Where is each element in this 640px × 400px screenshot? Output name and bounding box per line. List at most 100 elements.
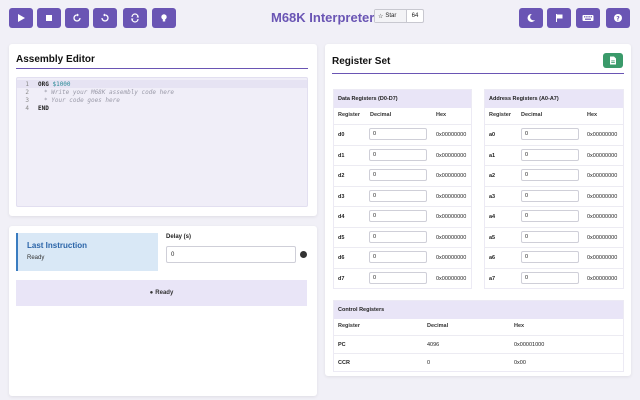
last-instruction-card: Last Instruction Ready xyxy=(16,233,158,271)
register-name: CCR xyxy=(338,360,350,366)
register-row: a7 0 0x00000000 xyxy=(485,267,623,288)
register-decimal-input[interactable]: 0 xyxy=(369,148,427,161)
editor-line: 1 ORG $1000 xyxy=(17,80,307,88)
keyboard-button[interactable] xyxy=(576,8,600,28)
toolbar: M68K Interpreter ☆ Star 64 ? xyxy=(0,0,640,36)
register-name: a4 xyxy=(489,214,496,220)
delay-label: Delay (s) xyxy=(166,234,192,240)
line-number: 1 xyxy=(25,80,29,88)
register-name: a7 xyxy=(489,275,496,282)
save-registers-button[interactable] xyxy=(603,53,623,68)
flag-icon xyxy=(556,14,563,22)
register-hex-value: 0x00000000 xyxy=(587,193,618,200)
run-button[interactable] xyxy=(9,8,33,28)
column-header: Hex xyxy=(587,112,598,118)
code-editor[interactable]: 1 ORG $1000 2 * Write your M68K assembly… xyxy=(16,77,308,207)
column-header: Hex xyxy=(436,112,447,118)
register-decimal-value: 0 xyxy=(427,360,431,366)
register-decimal-input[interactable]: 0 xyxy=(369,271,427,284)
code-keyword: END xyxy=(38,104,49,112)
register-row: a5 0 0x00000000 xyxy=(485,226,623,247)
code-comment: * Write your M68K assembly code here xyxy=(44,88,175,96)
register-row: a4 0 0x00000000 xyxy=(485,206,623,226)
register-decimal-input[interactable]: 0 xyxy=(521,271,579,284)
register-hex-value: 0x00000000 xyxy=(436,214,467,220)
register-hex-value: 0x00000000 xyxy=(436,193,467,200)
undo-button[interactable] xyxy=(93,8,117,28)
register-decimal-value: 4096 xyxy=(427,342,440,348)
register-row: a0 0 0x00000000 xyxy=(485,124,623,144)
register-decimal-input[interactable]: 0 xyxy=(521,169,579,181)
register-row: d0 0 0x00000000 xyxy=(334,124,471,144)
hint-button[interactable] xyxy=(152,8,176,28)
register-decimal-input[interactable]: 0 xyxy=(369,210,427,222)
register-decimal-input[interactable]: 0 xyxy=(521,128,579,140)
register-title-rule xyxy=(332,73,624,74)
editor-line: 2 * Write your M68K assembly code here xyxy=(17,88,307,96)
register-row: d1 0 0x00000000 xyxy=(334,144,471,165)
register-name: a5 xyxy=(489,234,496,241)
register-row: d6 0 0x00000000 xyxy=(334,247,471,267)
register-name: d5 xyxy=(338,234,345,241)
clock-icon xyxy=(300,251,307,258)
register-hex-value: 0x00000000 xyxy=(587,255,618,261)
delay-input[interactable]: 0 xyxy=(166,246,296,263)
register-row: a6 0 0x00000000 xyxy=(485,247,623,267)
register-name: d3 xyxy=(338,193,345,200)
register-row: d4 0 0x00000000 xyxy=(334,206,471,226)
register-hex-value: 0x00000000 xyxy=(436,132,467,138)
column-header: Decimal xyxy=(521,112,543,118)
star-count: 64 xyxy=(411,13,419,19)
address-registers-table: Address Registers (A0-A7) Register Decim… xyxy=(484,89,624,289)
data-registers-table: Data Registers (D0-D7) Register Decimal … xyxy=(333,89,472,289)
reset-button[interactable] xyxy=(123,8,147,28)
register-hex-value: 0x00000000 xyxy=(587,275,618,282)
register-decimal-input[interactable]: 0 xyxy=(521,230,579,243)
help-icon: ? xyxy=(614,14,622,22)
register-row: d5 0 0x00000000 xyxy=(334,226,471,247)
register-name: d7 xyxy=(338,275,345,282)
register-row: a1 0 0x00000000 xyxy=(485,144,623,165)
status-text: Ready xyxy=(155,290,174,296)
control-register-row: CCR 0 0x00 xyxy=(334,353,623,371)
column-header: Decimal xyxy=(370,112,392,118)
stop-button[interactable] xyxy=(37,8,61,28)
register-decimal-input[interactable]: 0 xyxy=(369,251,427,263)
line-number: 2 xyxy=(25,88,29,96)
column-header: Register xyxy=(338,323,361,329)
undo-icon xyxy=(101,13,109,22)
help-button[interactable]: ? xyxy=(606,8,630,28)
theme-toggle-button[interactable] xyxy=(519,8,543,28)
register-decimal-input[interactable]: 0 xyxy=(369,189,427,202)
register-decimal-input[interactable]: 0 xyxy=(521,189,579,202)
column-header: Register xyxy=(489,112,512,118)
register-decimal-input[interactable]: 0 xyxy=(369,169,427,181)
register-decimal-input[interactable]: 0 xyxy=(521,251,579,263)
register-hex-value: 0x00000000 xyxy=(587,234,618,241)
register-hex-value: 0x00001000 xyxy=(514,342,545,348)
register-hex-value: 0x00000000 xyxy=(436,275,467,282)
flag-button[interactable] xyxy=(547,8,571,28)
register-hex-value: 0x00000000 xyxy=(436,255,467,261)
address-registers-title: Address Registers (A0-A7) xyxy=(485,90,623,108)
status-bar: ● Ready xyxy=(16,280,307,306)
register-row: d2 0 0x00000000 xyxy=(334,165,471,185)
editor-title-rule xyxy=(16,68,308,69)
register-decimal-input[interactable]: 0 xyxy=(369,128,427,140)
step-button[interactable] xyxy=(65,8,89,28)
line-number: 3 xyxy=(25,96,29,104)
register-hex-value: 0x00000000 xyxy=(587,173,618,179)
register-name: a3 xyxy=(489,193,496,200)
status-dot-icon: ● xyxy=(149,290,154,296)
svg-text:?: ? xyxy=(616,15,620,22)
column-header: Hex xyxy=(514,323,525,329)
register-decimal-input[interactable]: 0 xyxy=(521,148,579,161)
register-decimal-input[interactable]: 0 xyxy=(369,230,427,243)
github-star-button[interactable]: ☆ Star 64 xyxy=(374,9,424,23)
reset-icon xyxy=(131,13,139,23)
star-label: Star xyxy=(385,13,397,19)
register-decimal-input[interactable]: 0 xyxy=(521,210,579,222)
code-operand: $1000 xyxy=(52,80,71,88)
register-name: a1 xyxy=(489,152,496,159)
register-name: d6 xyxy=(338,255,345,261)
